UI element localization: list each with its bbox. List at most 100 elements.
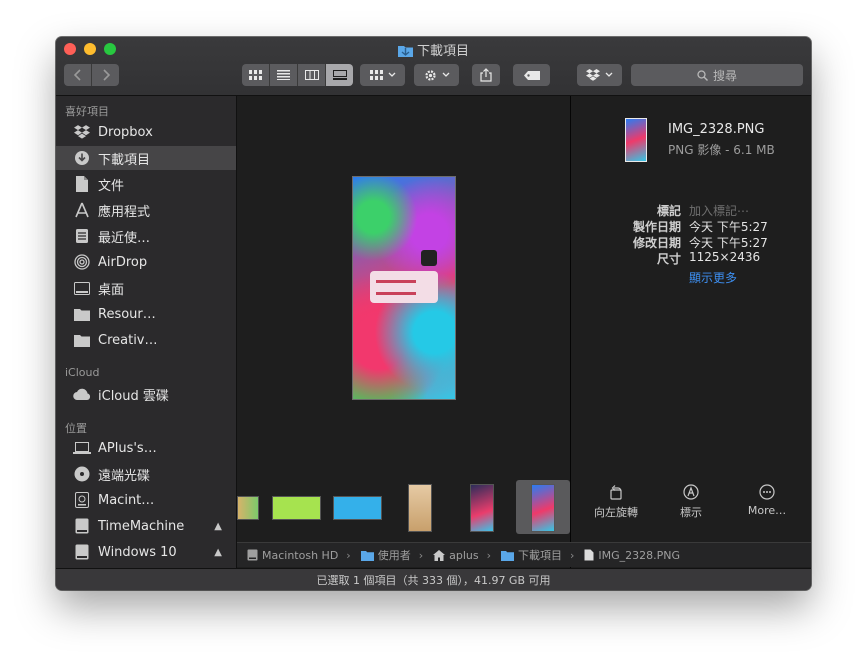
rotate-left-button[interactable]: 向左旋轉 <box>581 482 651 520</box>
window-title: 下載項目 <box>56 40 811 61</box>
column-view-button[interactable] <box>298 64 326 86</box>
sidebar-item-resources[interactable]: Resour… <box>56 302 236 326</box>
dropbox-button[interactable] <box>577 64 622 86</box>
sidebar-item-label: 文件 <box>98 178 125 194</box>
sidebar-item-airdrop[interactable]: AirDrop <box>56 250 236 274</box>
list-view-button[interactable] <box>270 64 298 86</box>
show-more-link[interactable]: 顯示更多 <box>689 269 737 286</box>
thumbnail[interactable] <box>237 496 259 520</box>
thumbnail[interactable] <box>531 484 555 532</box>
group-icon <box>369 70 383 80</box>
file-type: PNG 影像 - 6.1 MB <box>668 143 775 157</box>
gear-icon <box>424 69 436 81</box>
back-icon <box>73 69 81 81</box>
chevron-down-icon <box>442 72 449 77</box>
path-label: 使用者 <box>377 549 411 562</box>
thumbnail[interactable] <box>272 496 321 520</box>
sidebar-item-remote-disc[interactable]: 遠端光碟 <box>56 462 236 486</box>
thumbnail[interactable] <box>470 484 494 532</box>
file-icon <box>584 549 594 561</box>
disc-icon <box>74 466 90 482</box>
more-button[interactable]: More… <box>732 482 802 517</box>
sidebar-item-label: 最近使… <box>98 230 151 246</box>
sidebar-item-creative[interactable]: Creativ… <box>56 328 236 352</box>
search-field[interactable]: 搜尋 <box>631 64 803 86</box>
status-text: 已選取 1 個項目（共 333 個），41.97 GB 可用 <box>316 574 551 587</box>
search-icon <box>697 69 708 81</box>
path-label: aplus <box>449 548 479 562</box>
meta-label: 製作日期 <box>632 220 681 234</box>
sidebar-item-icloud-drive[interactable]: iCloud 雲碟 <box>56 382 236 406</box>
rotate-left-icon <box>610 485 622 500</box>
forward-button[interactable] <box>92 64 119 86</box>
sidebar-item-label: Dropbox <box>98 124 153 140</box>
view-mode-control <box>242 64 353 86</box>
meta-row-created: 製作日期 今天 下午5:27 <box>571 218 811 234</box>
dropbox-icon <box>74 125 90 139</box>
sidebar-item-label: AirDrop <box>98 254 148 270</box>
status-bar: 已選取 1 個項目（共 333 個），41.97 GB 可用 <box>56 568 811 590</box>
eject-icon[interactable]: ▲ <box>214 547 222 558</box>
gallery-view-button[interactable] <box>326 64 353 86</box>
share-button[interactable] <box>472 64 500 86</box>
desktop-icon <box>74 281 90 295</box>
thumbnail-strip <box>237 480 570 540</box>
preview-image <box>352 176 456 400</box>
sidebar-item-timemachine[interactable]: TimeMachine ▲ <box>56 514 236 538</box>
tags-field[interactable]: 加入標記⋯ <box>689 202 749 219</box>
recents-icon <box>76 229 88 243</box>
search-placeholder: 搜尋 <box>712 68 737 83</box>
sidebar-item-macintosh-hd[interactable]: Macint… <box>56 488 236 512</box>
sidebar-item-label: iCloud 雲碟 <box>98 388 169 404</box>
icon-view-button[interactable] <box>242 64 270 86</box>
sidebar-item-downloads[interactable]: 下載項目 <box>56 146 236 170</box>
folder-icon <box>501 550 514 561</box>
meta-value: 1125×2436 <box>689 250 761 264</box>
thumbnail[interactable] <box>408 484 432 532</box>
path-segment[interactable]: 使用者 <box>360 547 411 563</box>
column-view-icon <box>304 70 319 80</box>
path-segment[interactable]: 下載項目 <box>501 547 562 563</box>
markup-icon <box>683 484 699 500</box>
folder-icon <box>74 334 90 347</box>
thumbnail[interactable] <box>333 496 382 520</box>
meta-row-dimensions: 尺寸 1125×2436 <box>571 250 811 266</box>
preview-clock-widget <box>421 250 437 266</box>
chevron-right-icon: › <box>570 548 575 562</box>
action-button[interactable] <box>414 64 459 86</box>
sidebar-item-computer[interactable]: APlus's… <box>56 436 236 460</box>
share-icon <box>480 68 492 82</box>
action-label: More… <box>747 504 787 517</box>
chevron-down-icon <box>605 72 613 77</box>
sidebar-item-desktop[interactable]: 桌面 <box>56 276 236 300</box>
meta-label: 尺寸 <box>656 252 681 266</box>
sidebar-item-dropbox[interactable]: Dropbox <box>56 120 236 144</box>
meta-row-modified: 修改日期 今天 下午5:27 <box>571 234 811 250</box>
harddisk-icon <box>247 549 258 561</box>
sidebar-header-favorites: 喜好項目 <box>65 105 109 118</box>
path-bar: Macintosh HD › 使用者 › aplus › 下載項目 › IMG_… <box>237 542 811 567</box>
eject-icon[interactable]: ▲ <box>214 521 222 532</box>
path-segment[interactable]: Macintosh HD <box>247 549 338 562</box>
path-segment[interactable]: IMG_2328.PNG <box>584 549 680 562</box>
tag-button[interactable] <box>513 64 550 86</box>
meta-value: 今天 下午5:27 <box>689 236 768 250</box>
path-segment[interactable]: aplus <box>433 548 479 562</box>
back-button[interactable] <box>64 64 92 86</box>
markup-button[interactable]: 標示 <box>656 482 726 520</box>
home-icon <box>433 549 446 561</box>
gallery-view-icon <box>332 70 347 80</box>
sidebar-item-windows10[interactable]: Windows 10 ▲ <box>56 540 236 564</box>
document-icon <box>76 176 88 192</box>
sidebar-item-applications[interactable]: 應用程式 <box>56 198 236 222</box>
group-button[interactable] <box>360 64 405 86</box>
sidebar-item-label: 下載項目 <box>98 152 151 168</box>
nav-buttons <box>64 64 119 86</box>
toolbar: 下載項目 搜尋 <box>56 37 811 96</box>
laptop-icon <box>73 442 91 454</box>
sidebar-item-recents[interactable]: 最近使… <box>56 224 236 248</box>
dropbox-icon <box>586 69 600 81</box>
folder-icon <box>74 308 90 321</box>
sidebar-item-documents[interactable]: 文件 <box>56 172 236 196</box>
tag-icon <box>523 70 540 80</box>
